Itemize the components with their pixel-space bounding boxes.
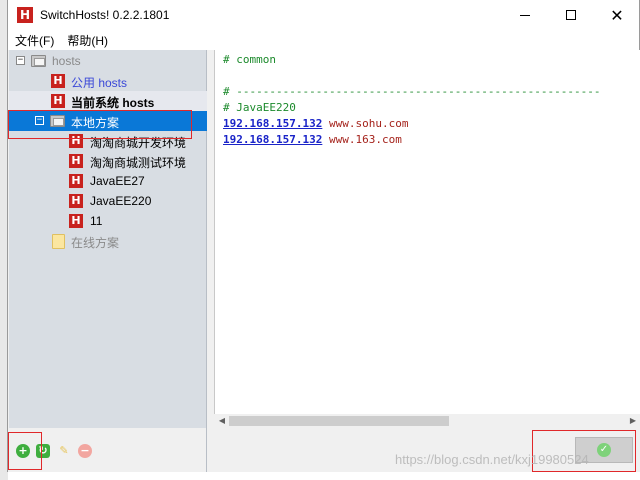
maximize-icon	[566, 10, 576, 20]
code-line-comment: # common	[223, 53, 276, 66]
hosts-file-icon: H	[69, 174, 83, 188]
tree-label-online: 在线方案	[71, 236, 120, 250]
app-window: H SwitchHosts! 0.2.2.1801 ✕ 文件(F) 帮助(H) …	[7, 0, 640, 472]
app-logo-icon: H	[17, 7, 33, 23]
scroll-right-icon[interactable]: ▶	[626, 414, 640, 428]
edit-icon[interactable]: ✎	[57, 444, 71, 458]
folder-icon	[31, 55, 46, 67]
tree-root-hosts[interactable]: − hosts	[9, 51, 207, 71]
code-line-comment: # JavaEE220	[223, 101, 296, 114]
code-line-entry: 192.168.157.132 www.163.com	[223, 132, 402, 148]
tree-item-local-2[interactable]: H JavaEE27	[9, 171, 207, 191]
collapse-toggle[interactable]: −	[16, 56, 25, 65]
tree-label-local-item: JavaEE27	[90, 174, 145, 188]
tree-label-current: 当前系统 hosts	[71, 96, 155, 110]
horizontal-scrollbar[interactable]: ◀ ▶	[215, 414, 640, 428]
hosts-file-icon: H	[69, 154, 83, 168]
code-line-entry: 192.168.157.132 www.sohu.com	[223, 116, 408, 132]
maximize-button[interactable]	[548, 0, 594, 30]
tree-item-public-hosts[interactable]: H 公用 hosts	[9, 71, 207, 91]
hosts-file-icon: H	[69, 194, 83, 208]
tree-label-local-item: 11	[90, 214, 103, 228]
hosts-file-icon: H	[51, 94, 65, 108]
delete-icon[interactable]: −	[78, 444, 92, 458]
menu-bar: 文件(F) 帮助(H)	[8, 30, 639, 50]
hosts-editor[interactable]: # common # -----------------------------…	[214, 50, 640, 414]
tree-item-local-1[interactable]: H 淘淘商城测试环境	[9, 151, 207, 171]
minimize-icon	[520, 14, 530, 16]
scroll-left-icon[interactable]: ◀	[215, 414, 229, 428]
watermark: https://blog.csdn.net/kxj19980524	[395, 452, 589, 467]
annotation-box	[8, 432, 42, 470]
close-button[interactable]: ✕	[594, 0, 640, 30]
tree-item-local-3[interactable]: H JavaEE220	[9, 191, 207, 211]
annotation-box	[8, 110, 192, 139]
window-title: SwitchHosts! 0.2.2.1801	[40, 8, 170, 22]
tree-label-local-item: 淘淘商城测试环境	[90, 156, 187, 170]
scroll-thumb[interactable]	[229, 416, 449, 426]
tree-label-local-item: JavaEE220	[90, 194, 152, 208]
tree-item-online-schemes[interactable]: 在线方案	[9, 231, 207, 251]
host-name: www.sohu.com	[322, 117, 409, 130]
online-folder-icon	[52, 234, 65, 249]
menu-help[interactable]: 帮助(H)	[60, 32, 114, 49]
host-name: www.163.com	[322, 133, 402, 146]
hosts-file-icon: H	[51, 74, 65, 88]
tree-item-local-4[interactable]: H 11	[9, 211, 207, 231]
minimize-button[interactable]	[502, 0, 548, 30]
tree-label-public: 公用 hosts	[71, 76, 128, 90]
title-bar[interactable]: H SwitchHosts! 0.2.2.1801 ✕	[8, 0, 639, 30]
ip-address[interactable]: 192.168.157.132	[223, 117, 322, 130]
code-line-comment: # --------------------------------------…	[223, 85, 601, 98]
close-icon: ✕	[610, 5, 624, 25]
sidebar-tree: − hosts H 公用 hosts H 当前系统 hosts − 本地方案 H…	[9, 50, 207, 428]
hosts-file-icon: H	[69, 214, 83, 228]
menu-file[interactable]: 文件(F)	[8, 32, 60, 49]
ip-address[interactable]: 192.168.157.132	[223, 133, 322, 146]
tree-item-current-hosts[interactable]: H 当前系统 hosts	[9, 91, 207, 111]
tree-label-hosts: hosts	[52, 54, 81, 68]
